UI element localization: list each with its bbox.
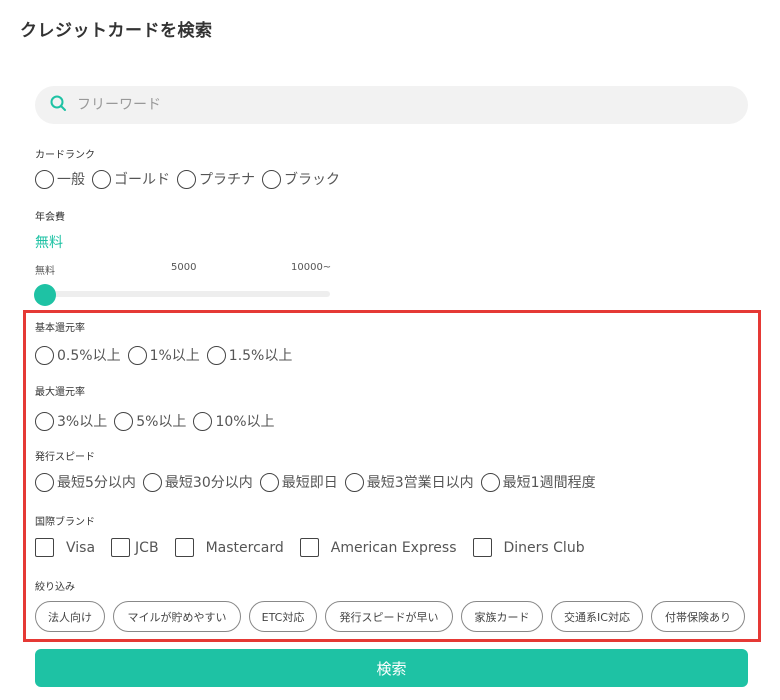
checkbox[interactable] [174, 538, 194, 557]
filter-chip[interactable]: 家族カード [461, 601, 543, 632]
radio-circle[interactable] [35, 411, 54, 431]
issue-speed-label: 発行スピード [35, 452, 95, 463]
page-title: クレジットカードを検索 [20, 21, 213, 41]
slider-label-max: 10000~ [291, 262, 332, 273]
option-label: 0.5%以上 [57, 348, 121, 364]
annual-fee-label: 年会費 [35, 212, 65, 223]
max-rate-options: 3%以上 5%以上 10%以上 [35, 411, 282, 431]
option-label: American Express [330, 539, 457, 556]
basic-rate-option[interactable]: 0.5%以上 [35, 345, 121, 365]
radio-circle[interactable] [480, 472, 500, 492]
search-icon [49, 93, 69, 117]
search-submit-button[interactable]: 検索 [35, 649, 748, 687]
issue-speed-options: 最短5分以内 最短30分以内 最短即日 最短3営業日以内 最短1週間程度 [35, 472, 603, 492]
checkbox[interactable] [472, 538, 492, 557]
filter-chip[interactable]: マイルが貯めやすい [113, 601, 241, 632]
brand-option-amex[interactable]: American Express [299, 538, 457, 557]
basic-rate-option[interactable]: 1.5%以上 [206, 345, 293, 365]
option-label: プラチナ [199, 172, 255, 188]
radio-circle[interactable] [35, 345, 54, 365]
option-label: 5%以上 [136, 414, 187, 430]
issue-speed-option[interactable]: 最短5分以内 [35, 472, 136, 492]
option-label: 3%以上 [57, 414, 108, 430]
slider-label-min: 無料 [35, 266, 55, 277]
filter-chip[interactable]: 交通系IC対応 [551, 601, 643, 632]
card-rank-label: カードランク [35, 150, 95, 161]
brand-options: Visa JCB Mastercard American Express Din… [35, 538, 601, 557]
issue-speed-option[interactable]: 最短即日 [259, 472, 338, 492]
slider-label-mid: 5000 [171, 262, 197, 273]
radio-circle[interactable] [92, 169, 111, 189]
option-label: 10%以上 [215, 414, 275, 430]
brand-label: 国際ブランド [35, 517, 95, 528]
issue-speed-option[interactable]: 最短30分以内 [142, 472, 253, 492]
option-label: 一般 [57, 172, 85, 188]
max-rate-option[interactable]: 10%以上 [193, 411, 275, 431]
annual-fee-slider-thumb[interactable] [34, 284, 56, 306]
issue-speed-option[interactable]: 最短3営業日以内 [344, 472, 474, 492]
annual-fee-slider-track[interactable] [35, 291, 330, 297]
filter-chip[interactable]: ETC対応 [249, 601, 317, 632]
max-rate-label: 最大還元率 [35, 387, 85, 398]
basic-rate-label: 基本還元率 [35, 323, 85, 334]
max-rate-option[interactable]: 5%以上 [114, 411, 186, 431]
option-label: 最短即日 [281, 475, 338, 491]
radio-circle[interactable] [127, 345, 147, 365]
option-label: 1.5%以上 [228, 348, 293, 364]
basic-rate-options: 0.5%以上 1%以上 1.5%以上 [35, 345, 299, 365]
radio-circle[interactable] [35, 169, 54, 189]
option-label: 1%以上 [149, 348, 200, 364]
checkbox[interactable] [35, 538, 54, 557]
option-label: 最短1週間程度 [502, 475, 596, 491]
option-label: Mastercard [205, 539, 284, 556]
card-rank-option-platinum[interactable]: プラチナ [177, 169, 255, 189]
radio-circle[interactable] [206, 345, 226, 365]
brand-option-jcb[interactable]: JCB [111, 538, 159, 557]
option-label: ゴールド [114, 172, 170, 188]
radio-circle[interactable] [259, 472, 279, 492]
brand-option-mastercard[interactable]: Mastercard [174, 538, 284, 557]
brand-option-diners[interactable]: Diners Club [472, 538, 585, 557]
brand-option-visa[interactable]: Visa [35, 538, 95, 557]
card-rank-option-black[interactable]: ブラック [262, 169, 340, 189]
search-bar[interactable] [35, 86, 748, 124]
option-label: Visa [66, 539, 96, 556]
option-label: 最短30分以内 [164, 475, 253, 491]
option-label: 最短5分以内 [57, 475, 136, 491]
max-rate-option[interactable]: 3%以上 [35, 411, 107, 431]
filter-chip[interactable]: 発行スピードが早い [325, 601, 453, 632]
option-label: Diners Club [503, 539, 585, 556]
search-input[interactable] [77, 97, 717, 113]
checkbox[interactable] [111, 538, 131, 557]
radio-circle[interactable] [193, 411, 213, 431]
filter-label: 絞り込み [35, 582, 75, 593]
option-label: 最短3営業日以内 [366, 475, 474, 491]
filter-chip[interactable]: 法人向け [35, 601, 105, 632]
filter-chip[interactable]: 付帯保険あり [651, 601, 745, 632]
option-label: JCB [135, 539, 159, 556]
card-rank-options: 一般 ゴールド プラチナ ブラック [35, 169, 347, 189]
checkbox[interactable] [299, 538, 319, 557]
radio-circle[interactable] [344, 472, 364, 492]
radio-circle[interactable] [142, 472, 162, 492]
card-rank-option-general[interactable]: 一般 [35, 169, 85, 189]
option-label: ブラック [284, 172, 340, 188]
basic-rate-option[interactable]: 1%以上 [127, 345, 200, 365]
issue-speed-option[interactable]: 最短1週間程度 [480, 472, 596, 492]
radio-circle[interactable] [114, 411, 134, 431]
annual-fee-value: 無料 [35, 235, 63, 251]
radio-circle[interactable] [177, 169, 196, 189]
radio-circle[interactable] [262, 169, 281, 189]
radio-circle[interactable] [35, 472, 54, 492]
card-rank-option-gold[interactable]: ゴールド [92, 169, 170, 189]
filter-chips: 法人向け マイルが貯めやすい ETC対応 発行スピードが早い 家族カード 交通系… [35, 601, 745, 632]
